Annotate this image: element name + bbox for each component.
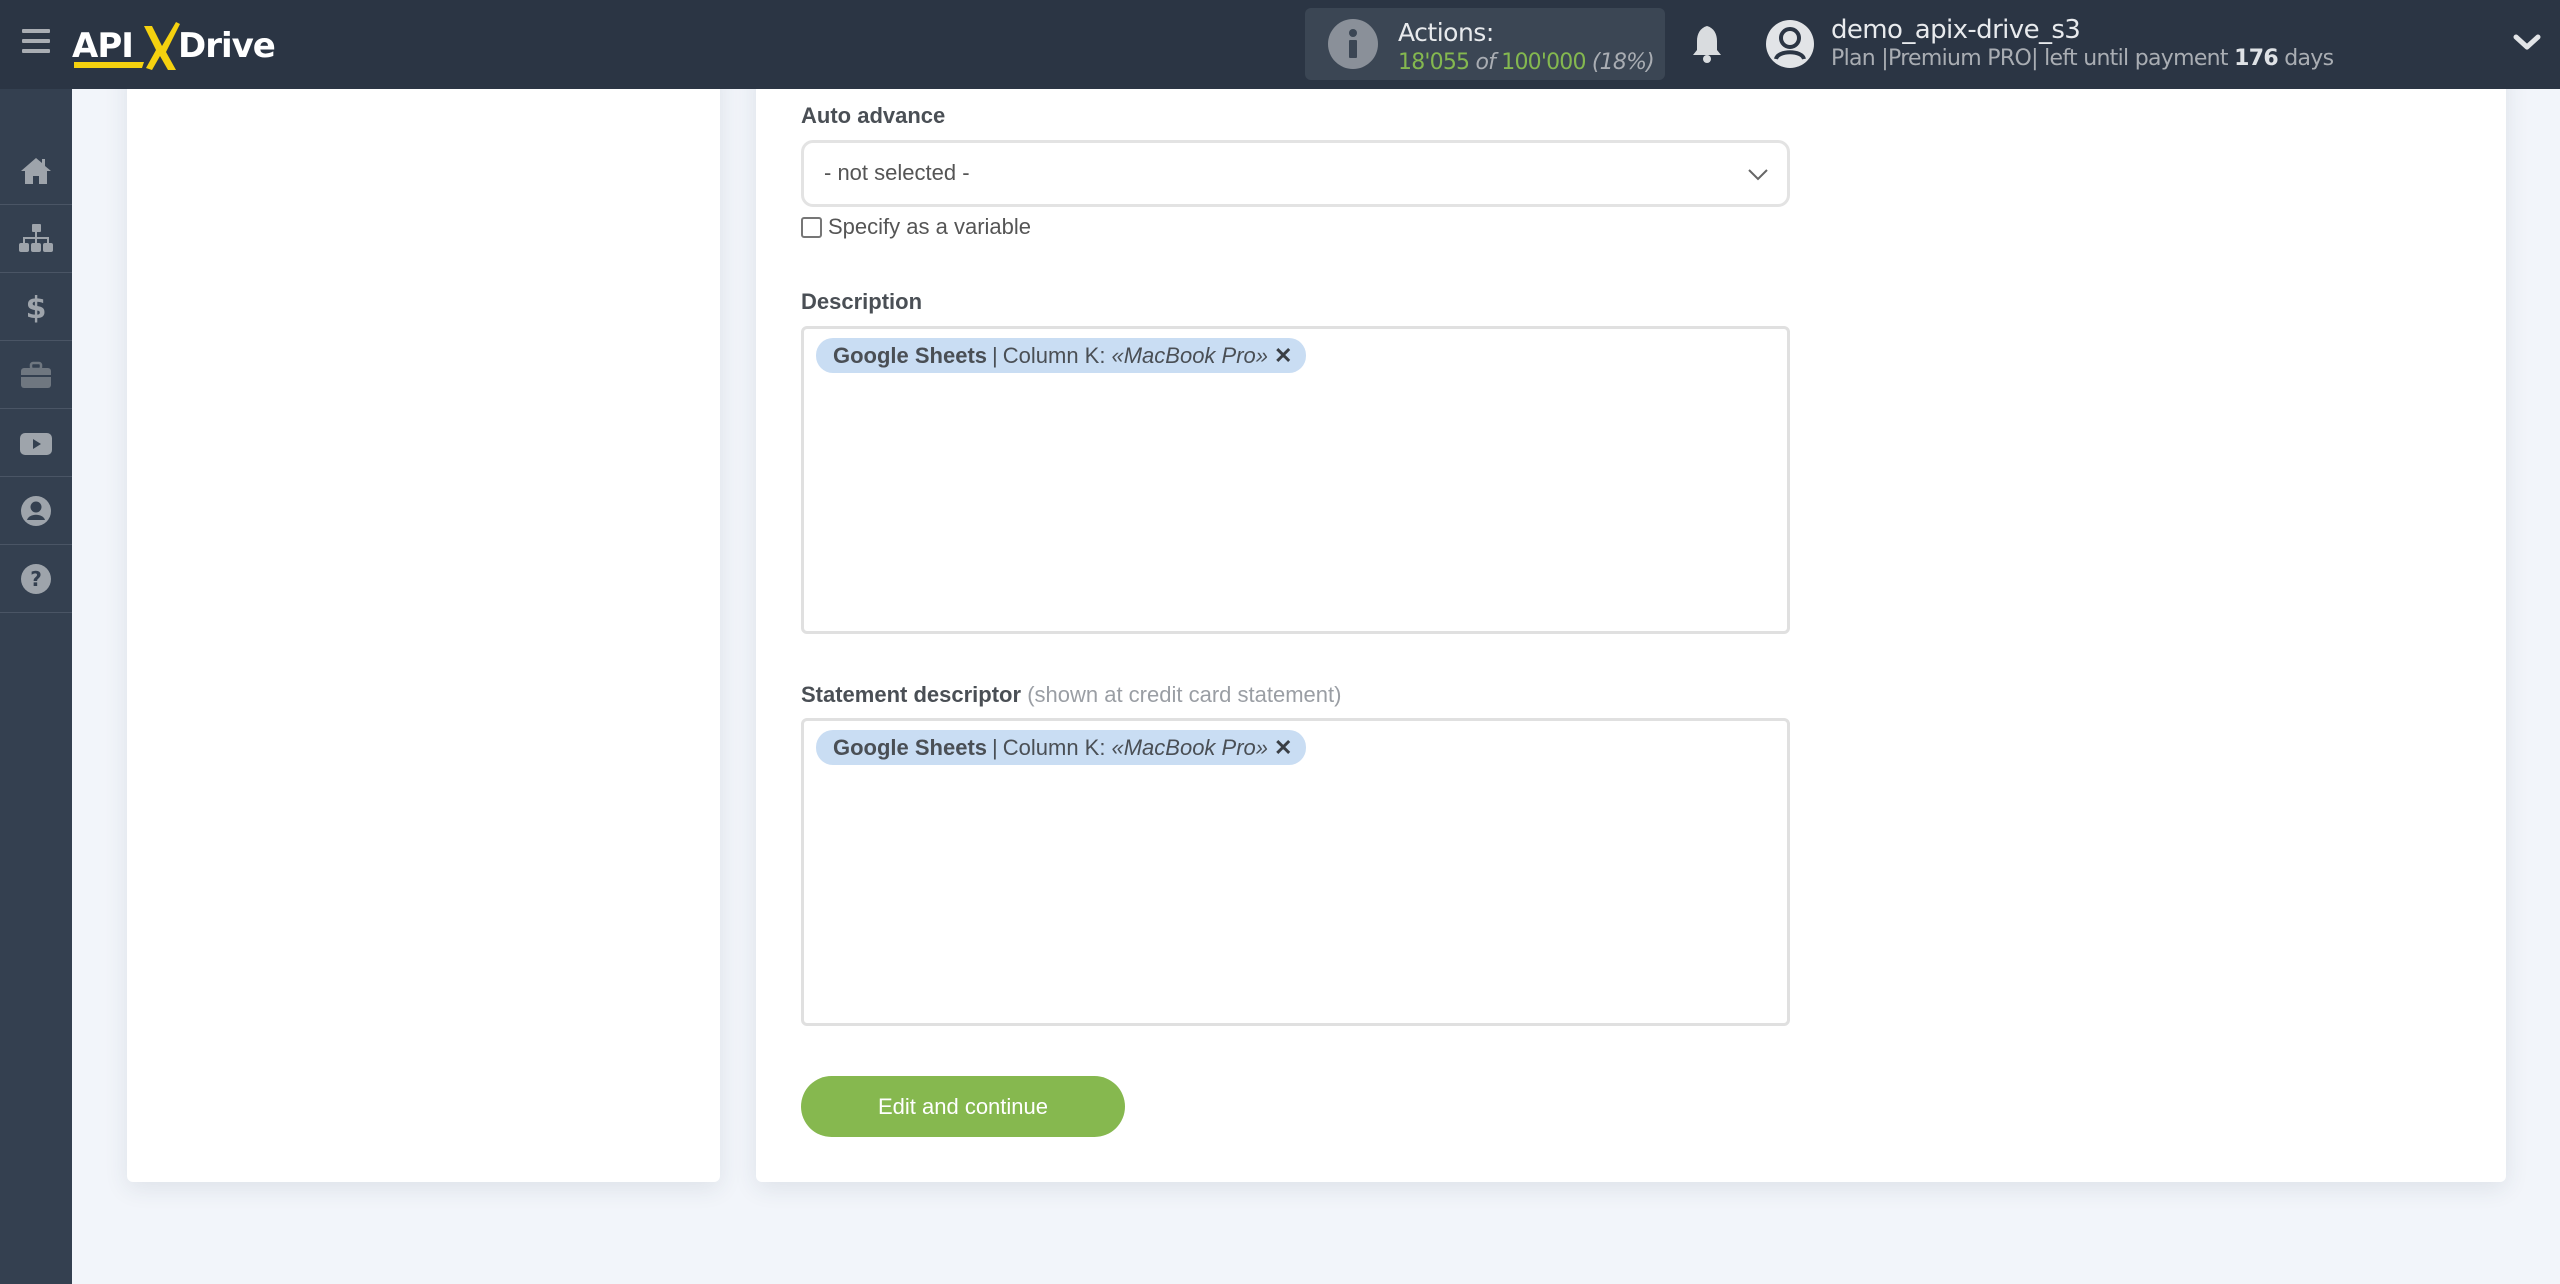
sitemap-icon [19, 223, 53, 252]
days-left: 176 [2234, 46, 2279, 71]
sidebar-item-video[interactable] [0, 409, 72, 477]
sidebar-item-connections[interactable] [0, 205, 72, 273]
tag-source: Google Sheets [833, 342, 988, 368]
actions-usage-panel[interactable]: Actions: 18'055 of 100'000 (18%) [1305, 8, 1665, 80]
actions-count: 18'055 of 100'000 (18%) [1398, 50, 1655, 75]
bell-icon[interactable] [1690, 24, 1724, 64]
auto-advance-select[interactable]: - not selected - [801, 140, 1790, 207]
description-label: Description [801, 289, 923, 314]
statement-descriptor-field[interactable]: Google Sheets | Column K: «MacBook Pro» … [801, 718, 1790, 1026]
sidebar-item-projects[interactable] [0, 341, 72, 409]
tag-value: «MacBook Pro» [1111, 342, 1269, 368]
actions-percent: (18%) [1591, 50, 1655, 75]
statement-descriptor-hint: (shown at credit card statement) [1027, 682, 1342, 707]
svg-text:$: $ [26, 291, 47, 325]
sidebar-item-billing[interactable]: $ [0, 273, 72, 341]
home-icon [21, 157, 51, 184]
user-icon [21, 495, 51, 526]
svg-text:API: API [72, 26, 133, 66]
auto-advance-value: - not selected - [824, 160, 970, 185]
briefcase-icon [21, 361, 51, 388]
plan-text: Plan |Premium PRO| left until payment [1831, 46, 2229, 71]
specify-variable-label[interactable]: Specify as a variable [828, 214, 1031, 240]
edit-and-continue-button[interactable]: Edit and continue [801, 1076, 1125, 1137]
svg-text:Drive: Drive [178, 26, 275, 66]
dollar-icon: $ [26, 291, 47, 325]
sidebar-item-profile[interactable] [0, 477, 72, 545]
chevron-down-icon [1748, 169, 1768, 181]
sidebar: $ ? [0, 89, 72, 1284]
tag-value: «MacBook Pro» [1111, 734, 1269, 760]
field-tag: Google Sheets | Column K: «MacBook Pro» … [816, 338, 1307, 373]
apixdrive-logo[interactable]: API Drive [72, 14, 302, 74]
actions-total: 100'000 [1501, 50, 1586, 75]
chevron-down-icon[interactable] [2512, 32, 2542, 54]
specify-variable-checkbox[interactable] [801, 216, 822, 238]
sidebar-item-help[interactable]: ? [0, 545, 72, 613]
remove-tag-icon[interactable]: ✕ [1274, 735, 1292, 761]
hamburger-menu-icon[interactable] [22, 29, 50, 53]
actions-used: 18'055 [1398, 50, 1470, 75]
sidebar-item-home[interactable] [0, 137, 72, 205]
days-suffix: days [2284, 46, 2334, 71]
username[interactable]: demo_apix-drive_s3 [1831, 15, 2081, 45]
actions-title: Actions: [1398, 18, 1494, 47]
youtube-icon [20, 432, 52, 455]
statement-descriptor-label: Statement descriptor (shown at credit ca… [801, 682, 1341, 708]
description-field[interactable]: Google Sheets | Column K: «MacBook Pro» … [801, 326, 1790, 634]
svg-text:?: ? [30, 567, 42, 591]
left-panel [127, 60, 720, 1182]
actions-of: of [1475, 50, 1496, 75]
user-avatar-icon[interactable] [1765, 19, 1815, 69]
auto-advance-label: Auto advance [801, 103, 946, 128]
statement-descriptor-label-text: Statement descriptor [801, 682, 1022, 707]
info-icon [1328, 19, 1378, 69]
tag-separator: | [992, 734, 998, 760]
tag-field: Column K: [1002, 342, 1106, 368]
tag-source: Google Sheets [833, 734, 988, 760]
top-header: API Drive Actions: 18'055 of 100'000 (18… [0, 0, 2560, 89]
plan-info: Plan |Premium PRO| left until payment 17… [1831, 46, 2334, 71]
tag-field: Column K: [1002, 734, 1106, 760]
tag-separator: | [992, 342, 998, 368]
specify-variable-row: Specify as a variable [801, 213, 1031, 241]
field-tag: Google Sheets | Column K: «MacBook Pro» … [816, 730, 1307, 765]
remove-tag-icon[interactable]: ✕ [1274, 343, 1292, 369]
question-icon: ? [21, 563, 51, 594]
